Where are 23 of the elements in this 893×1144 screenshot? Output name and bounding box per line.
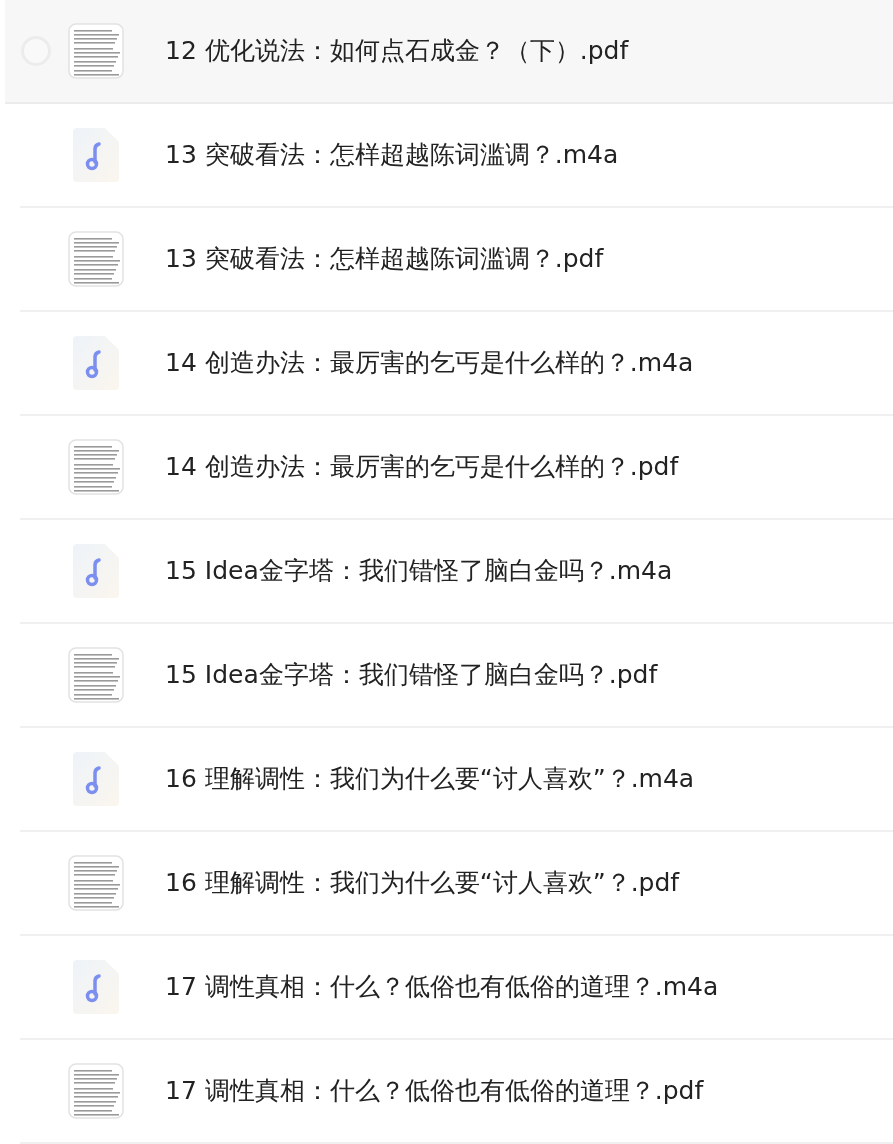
document-thumbnail-icon xyxy=(68,23,124,79)
file-name[interactable]: 13 突破看法：怎样超越陈词滥调？.pdf xyxy=(165,240,604,278)
file-name[interactable]: 15 Idea金字塔：我们错怪了脑白金吗？.m4a xyxy=(165,552,673,590)
document-thumbnail-icon xyxy=(68,1063,124,1119)
file-name[interactable]: 16 理解调性：我们为什么要“讨人喜欢”？.pdf xyxy=(165,864,680,902)
file-name[interactable]: 12 优化说法：如何点石成金？（下）.pdf xyxy=(165,32,629,70)
audio-file-icon xyxy=(73,544,119,598)
file-name[interactable]: 17 调性真相：什么？低俗也有低俗的道理？.pdf xyxy=(165,1072,704,1110)
document-thumbnail-icon xyxy=(68,439,124,495)
file-name[interactable]: 17 调性真相：什么？低俗也有低俗的道理？.m4a xyxy=(165,968,719,1006)
file-name[interactable]: 15 Idea金字塔：我们错怪了脑白金吗？.pdf xyxy=(165,656,658,694)
document-thumbnail-icon xyxy=(68,647,124,703)
audio-file-icon xyxy=(73,960,119,1014)
document-thumbnail-icon xyxy=(68,855,124,911)
file-name[interactable]: 14 创造办法：最厉害的乞丐是什么样的？.m4a xyxy=(165,344,694,382)
file-name[interactable]: 16 理解调性：我们为什么要“讨人喜欢”？.m4a xyxy=(165,760,695,798)
document-thumbnail-icon xyxy=(68,231,124,287)
audio-file-icon xyxy=(73,752,119,806)
file-name[interactable]: 13 突破看法：怎样超越陈词滥调？.m4a xyxy=(165,136,619,174)
file-name[interactable]: 14 创造办法：最厉害的乞丐是什么样的？.pdf xyxy=(165,448,679,486)
audio-file-icon xyxy=(73,128,119,182)
file-row[interactable]: 12 优化说法：如何点石成金？（下）.pdf xyxy=(5,0,893,104)
audio-file-icon xyxy=(73,336,119,390)
